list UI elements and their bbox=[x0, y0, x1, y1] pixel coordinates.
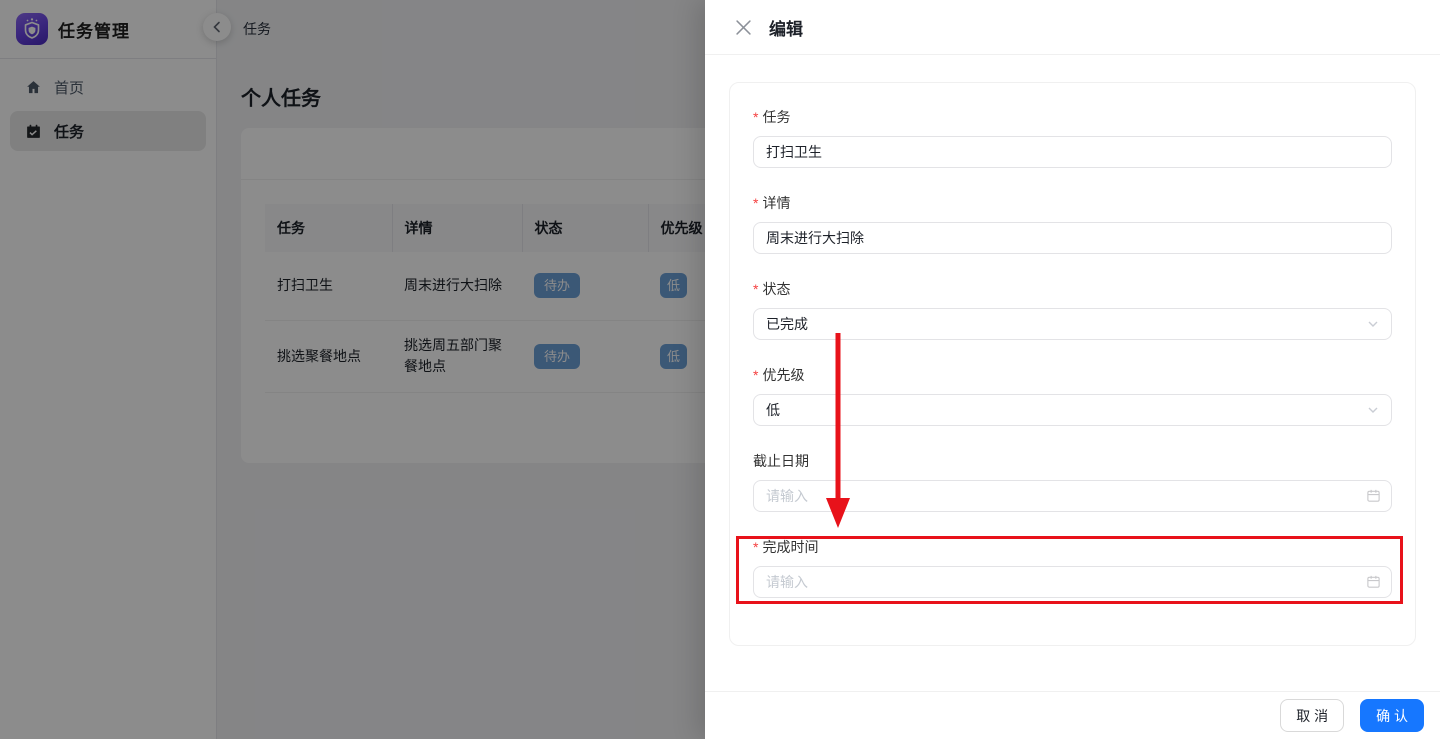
field-due-date: 截止日期 bbox=[753, 451, 1392, 512]
priority-select[interactable]: 低 bbox=[753, 394, 1392, 426]
due-date-picker[interactable] bbox=[753, 480, 1392, 512]
field-label-priority: * 优先级 bbox=[753, 367, 805, 383]
field-label-task: * 任务 bbox=[753, 109, 791, 125]
field-finish-time: * 完成时间 bbox=[753, 537, 1392, 598]
required-asterisk: * bbox=[753, 195, 759, 211]
finish-time-picker[interactable] bbox=[753, 566, 1392, 598]
field-label-status: * 状态 bbox=[753, 281, 791, 297]
field-priority: * 优先级 低 bbox=[753, 365, 1392, 426]
task-input[interactable] bbox=[753, 136, 1392, 168]
priority-select-value: 低 bbox=[766, 402, 780, 418]
confirm-button[interactable]: 确 认 bbox=[1360, 699, 1424, 732]
drawer-title: 编辑 bbox=[769, 19, 803, 39]
required-asterisk: * bbox=[753, 281, 759, 297]
field-label-finish-time: * 完成时间 bbox=[753, 539, 819, 555]
finish-time-input[interactable] bbox=[753, 566, 1392, 598]
close-icon[interactable] bbox=[734, 18, 752, 36]
field-detail: * 详情 bbox=[753, 193, 1392, 254]
drawer-footer: 取 消 确 认 bbox=[705, 691, 1440, 739]
detail-input[interactable] bbox=[753, 222, 1392, 254]
chevron-down-icon bbox=[1368, 321, 1378, 327]
field-label-detail: * 详情 bbox=[753, 195, 791, 211]
status-select-value: 已完成 bbox=[766, 316, 808, 332]
due-date-input[interactable] bbox=[753, 480, 1392, 512]
status-select[interactable]: 已完成 bbox=[753, 308, 1392, 340]
chevron-down-icon bbox=[1368, 407, 1378, 413]
required-asterisk: * bbox=[753, 539, 759, 555]
required-asterisk: * bbox=[753, 367, 759, 383]
drawer-header: 编辑 bbox=[705, 0, 1440, 55]
edit-drawer: 编辑 * 任务 * 详情 * 状态 已完成 bbox=[705, 0, 1440, 739]
app-window: 任务管理 首页 任务 任务 个人任务 任务 详情 状态 优先级 打扫卫生 周末进… bbox=[0, 0, 1440, 739]
field-status: * 状态 已完成 bbox=[753, 279, 1392, 340]
field-label-due-date: 截止日期 bbox=[753, 453, 809, 469]
cancel-button[interactable]: 取 消 bbox=[1280, 699, 1345, 732]
required-asterisk: * bbox=[753, 109, 759, 125]
field-task: * 任务 bbox=[753, 107, 1392, 168]
